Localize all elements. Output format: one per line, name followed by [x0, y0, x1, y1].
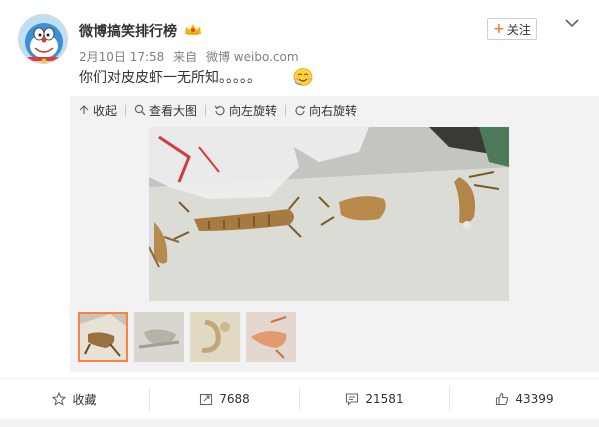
repost-count: 7688: [219, 392, 250, 406]
follow-button[interactable]: + 关注: [487, 18, 537, 40]
source-prefix: 来自: [173, 50, 198, 64]
main-photo[interactable]: [149, 127, 509, 301]
like-count: 43399: [515, 392, 554, 406]
repost-button[interactable]: 7688: [150, 387, 299, 411]
toolbar-divider: [285, 104, 287, 116]
thumbnail-image: [134, 312, 184, 362]
comment-icon: [346, 393, 359, 406]
comment-count: 21581: [365, 392, 404, 406]
post-text: 你们对皮皮虾一无所知。。。。。: [79, 70, 261, 86]
comment-button[interactable]: 21581: [300, 387, 449, 411]
post-date[interactable]: 2月10日 17:58: [79, 50, 164, 64]
rotate-left-icon: [214, 105, 225, 116]
post-meta: 2月10日 17:58 来自 微博 weibo.com: [79, 48, 304, 65]
toolbar-divider: [125, 104, 127, 116]
search-icon: [134, 104, 146, 116]
rotate-left-button[interactable]: 向左旋转: [214, 102, 277, 119]
view-large-label: 查看大图: [149, 103, 198, 118]
smile-emoji-icon: [293, 68, 313, 86]
media-panel: 收起 查看大图 向左旋转 向右旋转: [70, 96, 599, 372]
like-button[interactable]: 43399: [450, 387, 599, 411]
rotate-right-label: 向右旋转: [309, 103, 358, 118]
toolbar-divider: [205, 104, 207, 116]
media-toolbar: 收起 查看大图 向左旋转 向右旋转: [70, 96, 599, 124]
vip-badge-icon[interactable]: [183, 22, 203, 36]
avatar[interactable]: [18, 14, 68, 64]
action-bar: 收藏 7688 21581 43399: [0, 378, 599, 419]
doraemon-avatar-icon: [19, 15, 67, 63]
favorite-label: 收藏: [72, 392, 97, 407]
collapse-button[interactable]: 收起: [78, 102, 117, 119]
thumbnail-1[interactable]: [78, 312, 128, 362]
thumbs-up-icon: [496, 392, 509, 406]
thumbnail-4[interactable]: [246, 312, 296, 362]
collapse-label: 收起: [93, 103, 118, 118]
thumbnail-strip: [78, 312, 302, 366]
thumbnail-image: [246, 312, 296, 362]
rotate-left-label: 向左旋转: [229, 103, 278, 118]
thumbnail-image: [80, 314, 126, 360]
chevron-down-icon[interactable]: [563, 16, 581, 30]
view-large-button[interactable]: 查看大图: [134, 102, 197, 119]
feed-divider: [0, 419, 599, 427]
rotate-right-icon: [295, 105, 306, 116]
author-name[interactable]: 微博搞笑排行榜: [79, 21, 177, 41]
post-source[interactable]: 微博 weibo.com: [206, 50, 299, 64]
rotate-right-button[interactable]: 向右旋转: [294, 102, 357, 119]
follow-label: 关注: [506, 22, 531, 37]
repost-icon: [200, 393, 213, 406]
thumbnail-image: [190, 312, 240, 362]
collapse-icon: [79, 105, 89, 114]
mantis-shrimp-photo: [149, 127, 509, 301]
star-icon: [52, 392, 67, 406]
thumbnail-3[interactable]: [190, 312, 240, 362]
favorite-button[interactable]: 收藏: [0, 387, 149, 411]
thumbnail-2[interactable]: [134, 312, 184, 362]
plus-icon: +: [493, 21, 505, 37]
